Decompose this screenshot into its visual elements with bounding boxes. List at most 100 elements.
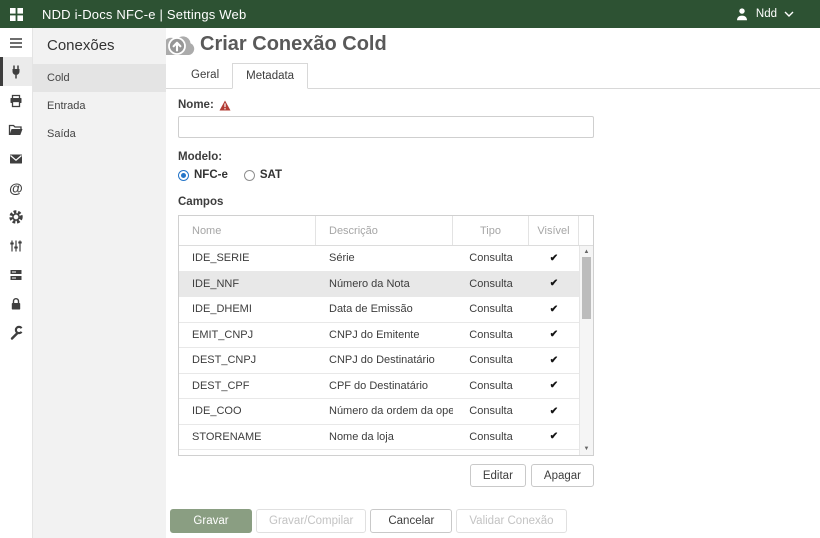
check-icon: ✔ <box>550 431 558 442</box>
table-row[interactable]: IDE_NNFNúmero da NotaConsulta ✔ <box>179 271 593 297</box>
table-row-partial <box>179 449 593 455</box>
table-row[interactable]: EMIT_CNPJCNPJ do EmitenteConsulta ✔ <box>179 322 593 348</box>
cell-nome: IDE_DHEMI <box>179 297 316 322</box>
column-header-descricao: Descrição <box>316 216 453 245</box>
wrench-icon <box>8 325 24 341</box>
lock-icon <box>8 296 24 312</box>
cell-tipo: Consulta <box>453 246 529 271</box>
rail-item-mail[interactable] <box>0 144 32 173</box>
check-icon: ✔ <box>550 253 558 264</box>
sidebar: Conexões ColdEntradaSaída <box>33 28 166 538</box>
campos-label: Campos <box>178 196 223 208</box>
table-scrollbar[interactable]: ▲ ▼ <box>579 246 593 455</box>
cell-nome: DEST_CPF <box>179 374 316 399</box>
rail-item-wrench[interactable] <box>0 318 32 347</box>
gear-icon <box>8 209 24 225</box>
rail-item-folder[interactable] <box>0 115 32 144</box>
rail-item-plug[interactable] <box>0 57 32 86</box>
check-icon: ✔ <box>550 355 558 366</box>
radio-sat[interactable]: SAT <box>244 169 282 181</box>
cell-tipo: Consulta <box>453 297 529 322</box>
check-icon: ✔ <box>550 380 558 391</box>
user-menu[interactable]: Ndd <box>735 7 794 22</box>
scroll-up-arrow[interactable]: ▲ <box>580 249 593 255</box>
cell-tipo: Consulta <box>453 399 529 424</box>
cell-descricao: CPF do Destinatário <box>316 374 453 399</box>
at-icon: @ <box>9 180 23 196</box>
cell-tipo: Consulta <box>453 272 529 297</box>
cell-nome: STORENAME <box>179 425 316 450</box>
table-body: IDE_SERIESérieConsulta✔IDE_NNFNúmero da … <box>179 246 593 455</box>
table-row[interactable]: STORENAMENome da lojaConsulta ✔ <box>179 424 593 450</box>
cell-visivel: ✔ <box>529 246 579 271</box>
scroll-thumb[interactable] <box>582 257 591 319</box>
column-header-tipo: Tipo <box>453 216 529 245</box>
user-name: Ndd <box>756 8 777 20</box>
radio-icon <box>178 170 189 181</box>
table-row[interactable]: IDE_COONúmero da ordem da operaç...Consu… <box>179 398 593 424</box>
action-bar: GravarGravar/CompilarCancelarValidar Con… <box>170 509 567 533</box>
radio-label: SAT <box>260 169 282 181</box>
sidebar-item-cold[interactable]: Cold <box>33 64 166 92</box>
rail-item-lock[interactable] <box>0 289 32 318</box>
rail-item-gear[interactable] <box>0 202 32 231</box>
cell-descricao: CNPJ do Emitente <box>316 323 453 348</box>
grid-icon[interactable] <box>9 7 24 22</box>
header-filler <box>579 216 593 245</box>
editar-button[interactable]: Editar <box>470 464 526 487</box>
radio-icon <box>244 170 255 181</box>
radio-nfc-e[interactable]: NFC-e <box>178 169 228 181</box>
cell-nome: EMIT_CNPJ <box>179 323 316 348</box>
nome-label: Nome: <box>178 99 214 111</box>
rail-item-at[interactable]: @ <box>0 173 32 202</box>
tab-metadata[interactable]: Metadata <box>232 63 308 89</box>
cell-tipo: Consulta <box>453 425 529 450</box>
scroll-down-arrow[interactable]: ▼ <box>580 446 593 452</box>
sidebar-item-entrada[interactable]: Entrada <box>33 92 166 120</box>
gravar-button[interactable]: Gravar <box>170 509 252 533</box>
column-header-visivel: Visível <box>529 216 579 245</box>
cancelar-button[interactable]: Cancelar <box>370 509 452 533</box>
chevron-down-icon <box>784 11 794 18</box>
rail-item-printer[interactable] <box>0 86 32 115</box>
check-icon: ✔ <box>550 304 558 315</box>
nav-rail: @ <box>0 28 33 538</box>
modelo-options: NFC-e SAT <box>178 169 594 181</box>
apagar-button[interactable]: Apagar <box>531 464 594 487</box>
radio-label: NFC-e <box>194 169 228 181</box>
check-icon: ✔ <box>550 329 558 340</box>
cell-descricao: Nome da loja <box>316 425 453 450</box>
mail-icon <box>8 151 24 167</box>
folder-icon <box>8 122 24 138</box>
cell-tipo: Consulta <box>453 323 529 348</box>
cell-visivel: ✔ <box>529 348 579 373</box>
sidebar-item-saida[interactable]: Saída <box>33 120 166 148</box>
cell-descricao: Número da Nota <box>316 272 453 297</box>
cell-nome: IDE_SERIE <box>179 246 316 271</box>
server-icon <box>8 267 24 283</box>
sidebar-title: Conexões <box>33 28 166 64</box>
rail-item-menu[interactable] <box>0 28 32 57</box>
table-row[interactable]: DEST_CPFCPF do DestinatárioConsulta ✔ <box>179 373 593 399</box>
table-header: NomeDescriçãoTipoVisível <box>179 216 593 246</box>
check-icon: ✔ <box>550 406 558 417</box>
table-row[interactable]: IDE_SERIESérieConsulta ✔ <box>179 246 593 271</box>
cell-descricao: Série <box>316 246 453 271</box>
nome-input[interactable] <box>178 116 594 138</box>
check-icon: ✔ <box>550 278 558 289</box>
cell-visivel: ✔ <box>529 374 579 399</box>
rail-item-server[interactable] <box>0 260 32 289</box>
user-icon <box>735 7 749 22</box>
tab-geral[interactable]: Geral <box>178 63 232 89</box>
gravar-compilar-button[interactable]: Gravar/Compilar <box>256 509 366 533</box>
cell-nome: IDE_NNF <box>179 272 316 297</box>
table-row[interactable]: IDE_DHEMIData de EmissãoConsulta✔ <box>179 296 593 322</box>
cell-tipo: Consulta <box>453 374 529 399</box>
plug-icon <box>8 64 24 80</box>
modelo-label: Modelo: <box>178 151 222 163</box>
table-row[interactable]: DEST_CNPJCNPJ do DestinatárioConsulta✔ <box>179 347 593 373</box>
validar-conexao-button[interactable]: Validar Conexão <box>456 509 566 533</box>
rail-item-sliders[interactable] <box>0 231 32 260</box>
table-action-bar: EditarApagar <box>178 464 594 487</box>
page-title: Criar Conexão Cold <box>200 33 387 56</box>
